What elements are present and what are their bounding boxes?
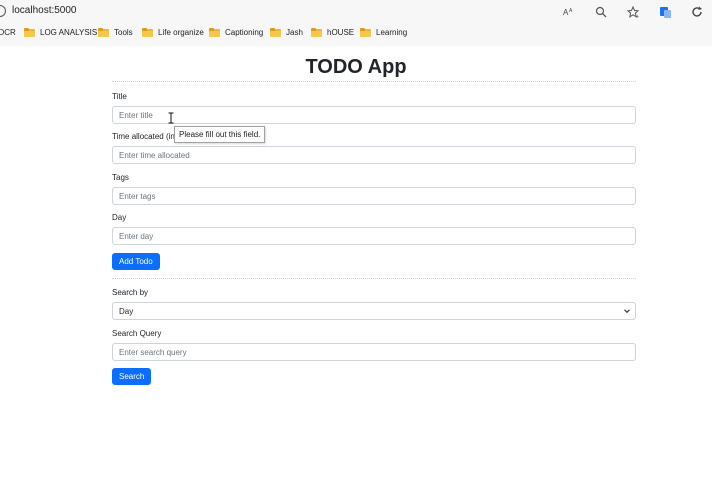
folder-icon — [360, 28, 371, 37]
bookmark-captioning[interactable]: Captioning — [209, 28, 263, 37]
bookmark-label: Learning — [376, 28, 408, 37]
folder-icon — [24, 28, 35, 37]
add-todo-button[interactable]: Add Todo — [112, 253, 160, 270]
bookmark-label: Life organize — [158, 28, 204, 37]
search-query-input[interactable] — [112, 343, 636, 361]
day-label: Day — [112, 213, 127, 222]
title-input[interactable] — [112, 106, 636, 124]
translate-extension-icon[interactable] — [658, 5, 672, 19]
browser-chrome: localhost:5000 AA + OCR LOG ANALYSIS Too… — [0, 0, 712, 47]
svg-text:A: A — [569, 8, 573, 14]
zoom-icon[interactable] — [594, 5, 608, 19]
search-by-select[interactable]: Day — [112, 302, 636, 320]
day-input[interactable] — [112, 227, 636, 245]
validation-tooltip: Please fill out this field. — [174, 126, 266, 143]
text-cursor-icon — [168, 112, 174, 124]
favorite-star-icon[interactable]: + — [626, 5, 640, 19]
page-title: TODO App — [305, 56, 407, 78]
read-aloud-icon[interactable]: AA — [562, 5, 576, 19]
bookmark-label: LOG ANALYSIS — [40, 28, 98, 37]
folder-icon — [209, 28, 220, 37]
bookmark-label: Tools — [114, 28, 133, 37]
divider — [112, 278, 636, 279]
folder-icon — [142, 28, 153, 37]
bookmarks-bar: OCR LOG ANALYSIS Tools Life organize Cap… — [0, 24, 712, 44]
bookmark-log-analysis[interactable]: LOG ANALYSIS — [24, 28, 97, 37]
title-label: Title — [112, 92, 127, 101]
toolbar-icons: AA + — [562, 4, 704, 20]
bookmark-house[interactable]: hOUSE — [311, 28, 354, 37]
folder-icon — [311, 28, 322, 37]
refresh-extension-icon[interactable] — [690, 5, 704, 19]
folder-icon — [98, 28, 109, 37]
bookmark-label: Jash — [286, 28, 303, 37]
bookmark-label: hOUSE — [327, 28, 355, 37]
search-query-label: Search Query — [112, 329, 162, 338]
address-bar[interactable]: localhost:5000 AA + — [0, 0, 712, 24]
svg-text:+: + — [635, 14, 639, 19]
bookmark-label: OCR — [0, 28, 16, 37]
bookmark-ocr[interactable]: OCR — [0, 28, 16, 37]
reload-icon[interactable] — [0, 5, 6, 17]
page-content: TODO App Title Time allocated (in Tags D… — [0, 46, 712, 480]
url-text[interactable]: localhost:5000 — [12, 5, 77, 16]
chevron-down-icon — [624, 309, 630, 314]
divider — [112, 81, 636, 82]
bookmark-tools[interactable]: Tools — [98, 28, 133, 37]
search-by-selected-value: Day — [119, 306, 134, 316]
folder-icon — [270, 28, 281, 37]
search-by-label: Search by — [112, 288, 149, 297]
bookmark-jash[interactable]: Jash — [270, 28, 303, 37]
tags-input[interactable] — [112, 187, 636, 205]
bookmark-life-organize[interactable]: Life organize — [142, 28, 204, 37]
bookmark-learning[interactable]: Learning — [360, 28, 407, 37]
bookmark-label: Captioning — [225, 28, 264, 37]
time-allocated-input[interactable] — [112, 146, 636, 164]
time-allocated-label: Time allocated (in — [112, 132, 175, 141]
search-button[interactable]: Search — [112, 368, 152, 385]
tags-label: Tags — [112, 173, 129, 182]
